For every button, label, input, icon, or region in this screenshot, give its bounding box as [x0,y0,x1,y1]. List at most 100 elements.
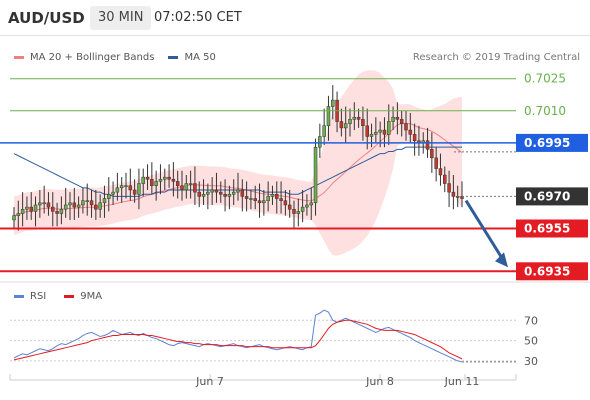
support-label: 0.6955 [524,222,570,236]
candle-body [51,206,55,212]
candle-body [141,176,145,184]
time-axis-label: Jun 8 [365,375,394,388]
candle-body [85,200,89,202]
candle-body [150,179,154,186]
candle-body [240,189,245,197]
candle-body [322,125,326,137]
candle-body [348,119,352,124]
candle-body [72,202,77,208]
candle-body [408,129,413,135]
candle-body [395,116,400,120]
candle-body [223,194,227,197]
candle [322,108,326,146]
candle-body [378,129,382,133]
rsi-series-rsi [13,309,463,363]
candle-body [107,194,111,199]
time-axis: Jun 7 Jun 8 Jun 11 [9,374,517,388]
price-panel: 0.7025 0.7010 0.6995 0.6970 0.6955 0.6935 [0,70,590,283]
candle-body [451,191,456,197]
candle-body [369,134,374,137]
candle-body [309,202,313,206]
level-0-7025: 0.7025 [10,72,566,86]
candle-body [188,183,193,185]
candle-body [356,116,361,120]
candle-body [25,206,29,210]
candle-body [361,119,365,127]
candle-body [76,204,81,208]
candle-body [275,194,279,199]
candle-body [16,213,21,216]
candle-body [171,179,176,182]
support-label: 0.6935 [524,264,570,278]
candle-body [262,200,266,204]
level-0-7010: 0.7010 [10,104,566,118]
candle-body [38,202,42,206]
candle-body [46,202,51,208]
level-0-6935: 0.6935 [0,262,588,281]
candle-body [154,181,158,186]
candle-body [270,194,275,197]
candle-body [219,191,223,195]
candle-body [55,211,59,214]
candle-body [59,208,64,214]
candle-body [206,191,210,195]
candle-body [184,183,189,191]
candle-body [352,116,357,120]
candle-body [287,204,292,210]
candle-body [318,136,322,148]
rsi-tick-label: 50 [524,335,538,348]
candle-body [63,204,68,210]
candle-body [20,208,25,214]
rsi-tick-label: 70 [524,314,538,327]
candle-body [167,176,171,180]
candle-body [102,198,107,204]
candle-body [331,99,335,107]
rsi-series-9ma [13,319,463,361]
candle-body [374,131,378,135]
current-price-label: 0.6970 [524,189,570,203]
candle-body [227,194,232,197]
candle-body [163,176,167,180]
candle-body [89,200,94,206]
pivot-label: 0.6995 [524,136,570,150]
candle-body [180,185,184,191]
time-axis-label: Jun 7 [195,375,224,388]
candle-body [391,116,395,122]
candle-body [447,183,451,193]
candle-body [292,208,296,214]
candle-body [81,200,85,206]
level-0-6995: 0.6995 [0,133,588,153]
candle-body [98,202,102,210]
resistance-label: 0.7010 [524,104,566,118]
rsi-tick-label: 30 [524,355,538,368]
candle-body [137,183,141,195]
candle-body [339,121,344,129]
resistance-label: 0.7025 [524,72,566,86]
candle-body [365,125,369,137]
rsi-panel: 30 50 70 [10,309,538,368]
candle-body [29,206,33,212]
candle-body [434,157,438,169]
candle-body [257,200,262,204]
candle-body [124,185,128,187]
chart-canvas[interactable]: 0.7025 0.7010 0.6995 0.6970 0.6955 0.6935 30 5… [0,0,590,400]
level-0-6970: 0.6970 [462,187,588,206]
candle-body [253,198,257,201]
candle-body [244,196,249,199]
candle-body [296,211,301,214]
candle-body [412,134,417,142]
candle [318,123,322,158]
candle-body [279,198,283,201]
candle-body [300,206,305,212]
candle-body [115,187,120,193]
candle-body [158,179,163,182]
candle-body [438,168,443,176]
candle-body [236,189,240,193]
candle-body [145,176,150,180]
time-axis-label: Jun 11 [444,375,480,388]
candle-body [214,189,219,193]
candle-body [283,200,288,206]
candle-body [12,215,16,221]
candle-body [210,189,214,193]
candle-body [326,106,331,127]
